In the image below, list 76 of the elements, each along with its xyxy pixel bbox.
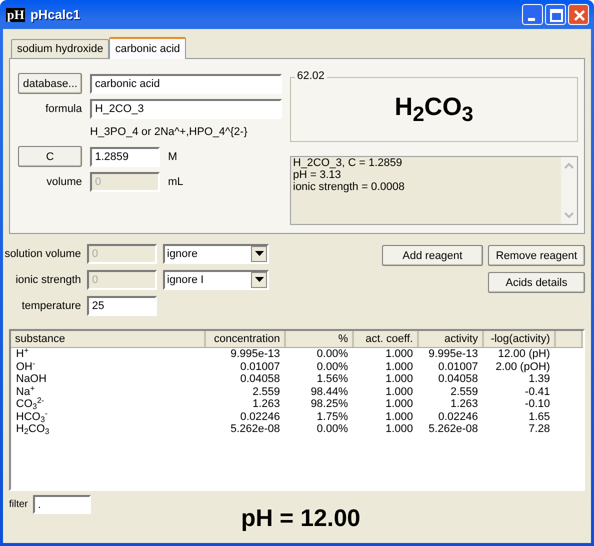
table-cell-text: H$_{2}$CO$_{3}$ (15, 423, 50, 436)
table-cell-text: 1.000 (384, 348, 414, 360)
table-cell-text: -0.41 (524, 386, 551, 398)
formula-display: H$_{2}$CO$_{3}$ (394, 92, 474, 127)
table-cell-text: 1.000 (384, 360, 414, 373)
table-cell-text: 1.000 (384, 373, 414, 386)
column-header[interactable]: act. coeff. (354, 331, 419, 347)
concentration-field[interactable]: 1.2859 (90, 146, 160, 166)
table-cell-text: 9.995e-13 (229, 348, 281, 360)
filter-label: filter (9, 499, 28, 510)
table-cell-text: 1.000 (384, 423, 414, 436)
unit-label: mL (168, 176, 184, 188)
formula-label: formula (44, 102, 82, 114)
table-cell-text: 5.262e-08 (427, 423, 479, 436)
setting-label: solution volume (4, 248, 81, 260)
table-cell-text: 1.263 (251, 398, 281, 410)
table-cell-text: H$^{+}$ (15, 348, 30, 360)
scroll-bar[interactable] (561, 157, 577, 224)
table-cell-text: Na$^{+}$ (15, 386, 36, 398)
table-cell-text: NaOH (15, 373, 48, 386)
table-cell-text: 1.000 (384, 398, 414, 410)
table-cell-text: 1.75% (316, 410, 349, 423)
column-header[interactable]: substance (11, 331, 206, 347)
table-cell-text: 0.00% (316, 423, 349, 436)
formula-hint: H_3PO_4 or 2Na^+,HPO_4^{2-} (90, 126, 248, 138)
log-line: ionic strength = 0.0008 (293, 181, 406, 194)
table-cell-text: 5.262e-08 (229, 423, 281, 436)
app-icon: pH (6, 8, 26, 22)
table-cell-text: 0.02246 (239, 410, 281, 423)
table-cell-text: 7.28 (528, 423, 551, 436)
table-cell-text: 1.000 (384, 410, 414, 423)
table-cell-text: 1.000 (384, 386, 414, 398)
column-header[interactable]: % (286, 331, 354, 347)
unit-label: M (168, 150, 178, 162)
table-cell-text: -0.10 (524, 398, 551, 410)
setting-label: temperature (20, 300, 81, 312)
table-cell-text: 1.56% (316, 373, 349, 386)
table-cell-text: 2.00 (pOH) (494, 360, 551, 373)
table-cell-text: 0.02246 (437, 410, 479, 423)
setting-label: ionic strength (14, 274, 81, 286)
table-cell-text: 1.39 (528, 373, 551, 386)
log-line: pH = 3.13 (293, 169, 342, 182)
volume-label: volume (46, 176, 82, 188)
window-title: pHcalc1 (30, 7, 82, 22)
table-cell-text: 0.04058 (437, 373, 479, 386)
table-cell-text: 1.263 (449, 398, 479, 410)
filter-field[interactable]: . (32, 495, 91, 514)
table-cell-text: 0.00% (316, 360, 349, 373)
table-cell-text: 9.995e-13 (427, 348, 479, 360)
table-cell-text: 2.559 (251, 386, 281, 398)
table-cell-text: 0.04058 (239, 373, 281, 386)
database-button[interactable]: database... (18, 73, 82, 94)
formula-field[interactable]: H_2CO_3 (90, 98, 282, 118)
tab[interactable]: carbonic acid (109, 37, 186, 59)
setting-field[interactable]: 25 (87, 296, 157, 316)
add-reagent-button[interactable]: Add reagent (382, 245, 483, 266)
name-field[interactable]: carbonic acid (90, 74, 282, 94)
acids-details-button[interactable]: Acids details (488, 272, 585, 293)
table-cell-text: 2.559 (449, 386, 479, 398)
c-button[interactable]: C (18, 146, 82, 167)
column-header[interactable]: concentration (206, 331, 286, 347)
remove-reagent-button[interactable]: Remove reagent (488, 245, 585, 266)
ph-result: pH = 12.00 (241, 505, 362, 533)
table-cell-text: 98.44% (310, 386, 349, 398)
table-cell-text: 0.01007 (239, 360, 281, 373)
log-line: H_2CO_3, C = 1.2859 (293, 157, 404, 170)
table-cell-text: OH$^{-}$ (15, 360, 36, 373)
table-cell-text: 98.25% (310, 398, 349, 410)
column-header[interactable]: -log(activity) (484, 331, 556, 347)
table-cell-text: 0.01007 (437, 360, 479, 373)
column-header[interactable]: activity (419, 331, 484, 347)
tab[interactable]: sodium hydroxide (11, 39, 110, 58)
table-cell-text: 12.00 (pH) (497, 348, 551, 360)
molar-mass: 62.02 (295, 70, 327, 82)
table-cell-text: 1.65 (528, 410, 551, 423)
table-cell-text: 0.00% (316, 348, 349, 360)
